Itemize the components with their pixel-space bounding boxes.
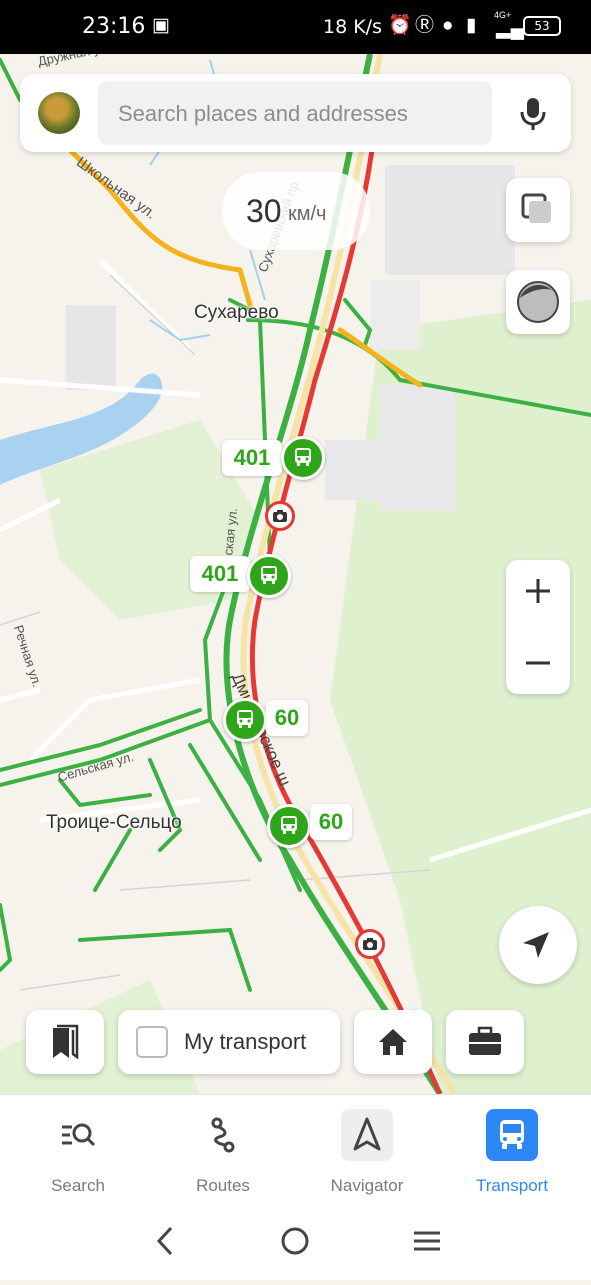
microphone-icon[interactable] <box>518 96 548 132</box>
tab-label: Navigator <box>330 1176 404 1195</box>
search-placeholder: Search places and addresses <box>118 101 408 126</box>
search-list-icon <box>52 1109 104 1161</box>
bus-icon <box>247 554 291 598</box>
zoom-controls <box>506 560 570 694</box>
battery-icon: 53 <box>523 16 561 36</box>
home-icon <box>379 1029 407 1055</box>
tab-transport[interactable]: Transport <box>452 1095 572 1205</box>
my-transport-toggle[interactable]: My transport <box>118 1010 340 1074</box>
bottom-tab-bar: Search Routes Navigator Transport <box>0 1094 591 1205</box>
signal-icon: ▂▄ <box>496 18 525 39</box>
speed-limit-unit: км/ч <box>288 203 327 225</box>
bus-icon <box>223 698 267 742</box>
place-troitse-seltso: Троице-Сельцо <box>46 812 182 833</box>
stop-route-label: 60 <box>310 804 352 840</box>
my-location-button[interactable] <box>499 906 577 984</box>
speed-limit-value: 30 <box>246 193 282 229</box>
tab-label: Transport <box>475 1176 549 1195</box>
map-layers-button[interactable] <box>506 178 570 242</box>
home-button[interactable] <box>354 1010 432 1074</box>
bus-icon <box>281 436 325 480</box>
my-transport-label: My transport <box>184 1029 307 1054</box>
location-icon: ● <box>442 15 454 36</box>
route-icon <box>197 1109 249 1161</box>
app-notification-icon: ▣ <box>152 15 170 36</box>
bus-icon <box>486 1109 538 1161</box>
stop-route-label: 60 <box>266 700 308 736</box>
stop-route-label: 401 <box>222 440 282 476</box>
tab-navigator[interactable]: Navigator <box>307 1095 427 1205</box>
menu-icon[interactable] <box>414 1231 440 1251</box>
my-transport-checkbox[interactable] <box>136 1026 168 1058</box>
back-icon[interactable] <box>156 1226 173 1256</box>
alarm-icon: ⏰ <box>388 15 412 36</box>
bookmarks-button[interactable] <box>26 1010 104 1074</box>
speed-limit-indicator: 30 км/ч <box>222 172 370 250</box>
bookmarks-icon <box>53 1024 79 1060</box>
avatar[interactable] <box>38 92 80 134</box>
briefcase-icon <box>469 1026 501 1055</box>
status-time: 23:16 <box>82 14 146 39</box>
system-navigation-bar <box>0 1204 591 1280</box>
nfc-icon: Ⓡ <box>415 15 435 36</box>
speed-camera-icon[interactable] <box>265 501 295 531</box>
tab-search[interactable]: Search <box>18 1095 138 1205</box>
network-speed: 18 K/s <box>323 16 382 38</box>
speed-camera-icon[interactable] <box>355 929 385 959</box>
search-input[interactable]: Search places and addresses <box>98 81 492 145</box>
work-button[interactable] <box>446 1010 524 1074</box>
home-circle-icon[interactable] <box>281 1227 309 1255</box>
tab-label: Routes <box>196 1176 250 1195</box>
place-sukharevo: Сухарево <box>194 302 279 323</box>
zoom-in-icon[interactable] <box>526 579 550 603</box>
tab-routes[interactable]: Routes <box>163 1095 283 1205</box>
layers-icon <box>521 193 551 223</box>
tab-label: Search <box>51 1176 105 1195</box>
location-arrow-icon <box>523 932 549 958</box>
bus-icon <box>267 804 311 848</box>
vibrate-icon: ▮ <box>466 15 477 36</box>
search-bar: Search places and addresses <box>20 74 571 152</box>
stop-route-label: 401 <box>190 556 250 592</box>
status-bar: 23:16 ▣ 18 K/s ⏰ Ⓡ ● ▮ 4G+ ▂▄ 53 <box>0 0 591 54</box>
navigator-arrow-icon <box>341 1109 393 1161</box>
moon-icon <box>517 281 559 323</box>
night-mode-button[interactable] <box>506 270 570 334</box>
